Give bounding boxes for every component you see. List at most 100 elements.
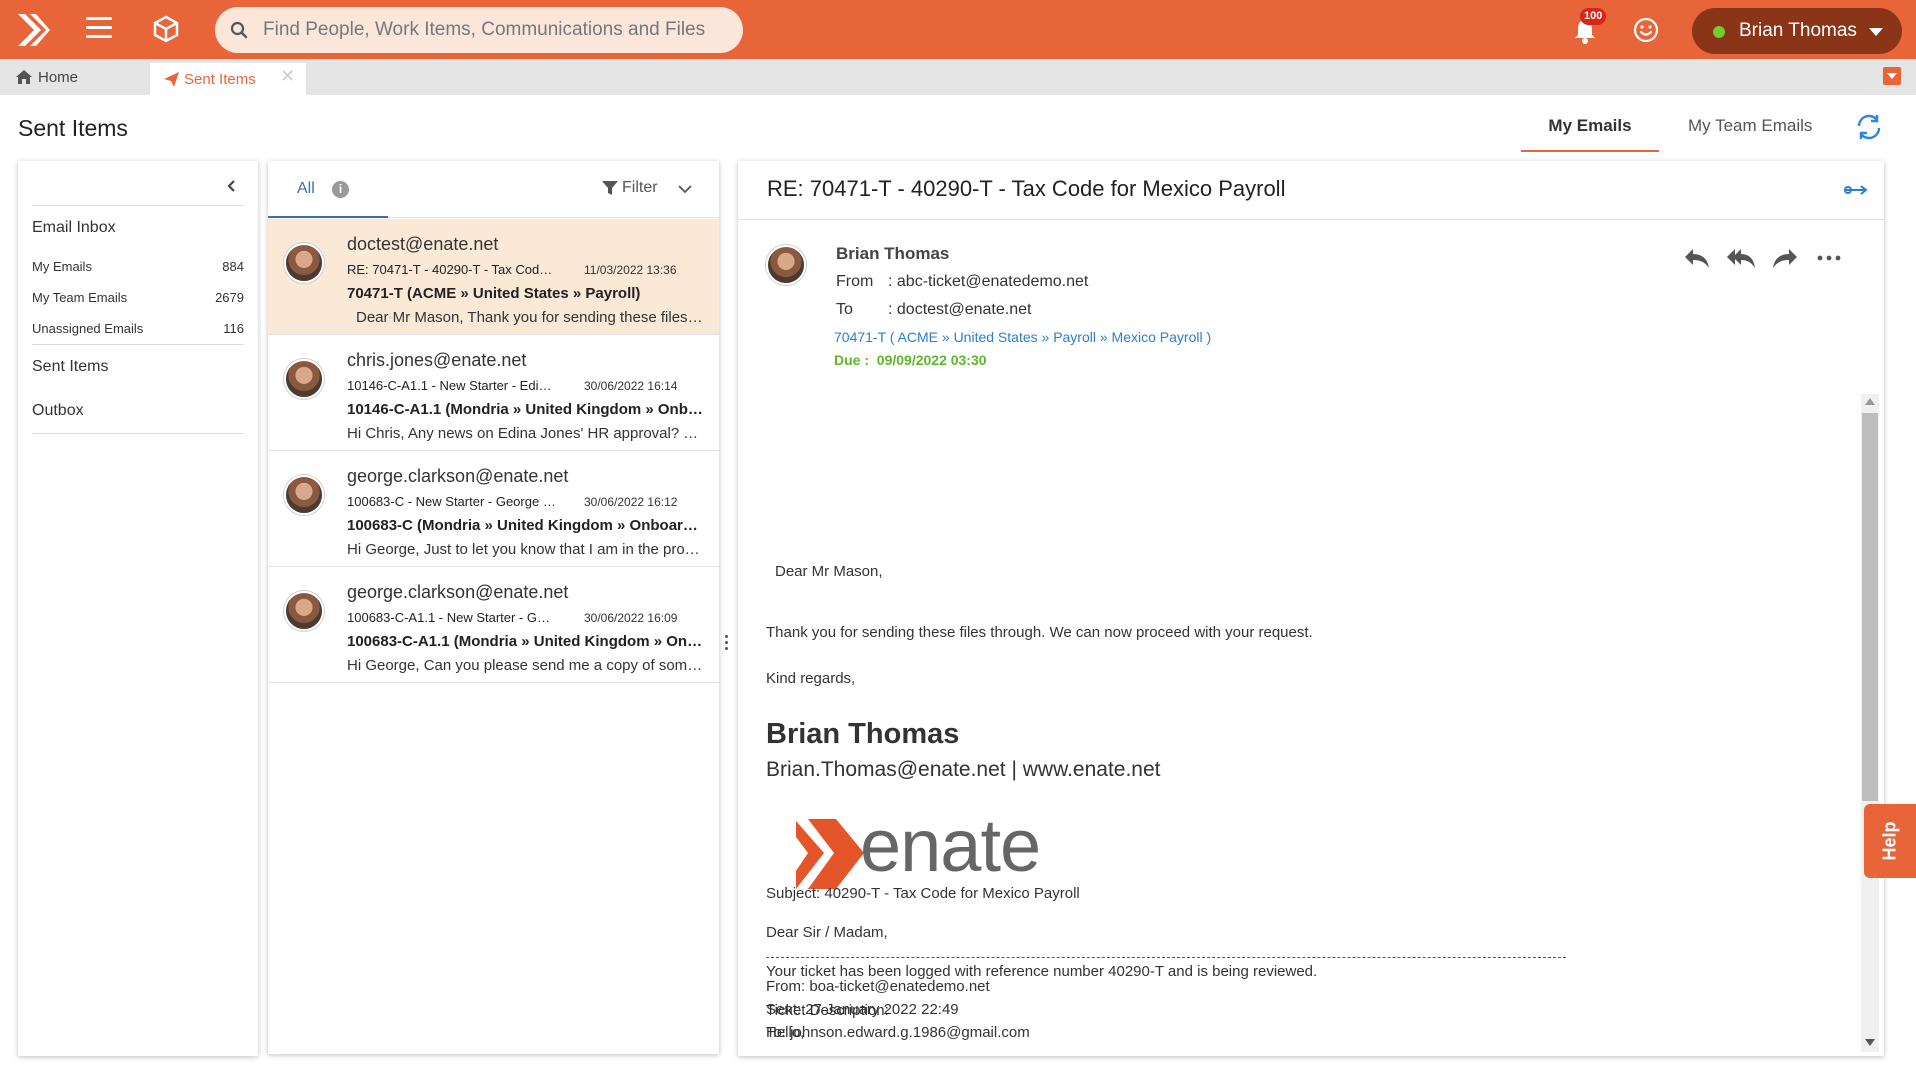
scroll-thumb[interactable] [1862,413,1878,801]
search-icon [230,21,248,39]
nav-item-count: 2679 [215,290,244,305]
list-item-preview: Hi George, Just to let you know that I a… [347,541,705,558]
status-online-icon [1713,26,1725,38]
list-item-from: doctest@enate.net [347,234,499,254]
reply-icon[interactable] [1682,245,1712,271]
list-item-date: 30/06/2022 16:12 [584,495,678,509]
nav-item-label: My Team Emails [32,290,128,305]
due-value: 09/09/2022 03:30 [876,352,987,368]
tab-home-label: Home [38,68,79,86]
scroll-up-icon[interactable] [1865,398,1875,405]
reader-scrollbar[interactable] [1861,394,1879,1052]
user-menu-button[interactable]: Brian Thomas [1692,8,1902,54]
panel-resize-handle[interactable] [725,635,729,653]
fwd-hello: Hello, [766,1024,805,1041]
help-button[interactable]: Help [1864,804,1916,878]
page-title: Sent Items [18,115,128,141]
avatar [284,359,324,399]
expand-width-icon[interactable] [1844,183,1868,197]
forward-icon[interactable] [1770,245,1800,271]
email-nav-panel: Email Inbox My Emails 884 My Team Emails… [18,161,258,1056]
tab-all[interactable]: All i [268,161,388,218]
divider [32,344,244,345]
user-name: Brian Thomas [1739,20,1857,41]
to-value: : doctest@enate.net [888,301,1032,318]
fwd-line: Your ticket has been logged with referen… [766,963,1318,980]
tab-sent-items[interactable]: Sent Items ✕ [150,63,306,95]
tab-my-team-emails[interactable]: My Team Emails [1688,116,1812,152]
tab-all-label: All [297,180,315,197]
list-item-case: 100683-C-A1.1 (Mondria » United Kingdom … [347,633,705,650]
email-list-panel: All i Filter doctest@enate.net RE: 70471… [268,161,719,1054]
cube-icon[interactable] [152,15,180,43]
email-to: To : doctest@enate.net [836,301,1031,319]
due-date: Due : 09/09/2022 03:30 [834,352,987,368]
home-icon [16,70,32,84]
list-item[interactable]: george.clarkson@enate.net 100683-C-A1.1 … [268,567,719,683]
refresh-icon[interactable] [1854,112,1884,142]
send-icon [164,71,179,87]
list-item-subject: 100683-C-A1.1 - New Starter - George Cla… [347,610,557,625]
list-item-from: george.clarkson@enate.net [347,582,569,602]
nav-item-count: 116 [223,321,244,336]
avatar [284,591,324,631]
list-item-date: 30/06/2022 16:14 [584,379,678,393]
tab-my-emails[interactable]: My Emails [1521,116,1659,152]
more-options-icon[interactable] [1814,245,1844,271]
smiley-icon[interactable] [1632,16,1660,44]
list-item-date: 11/03/2022 13:36 [584,263,677,277]
nav-item-my-team-emails[interactable]: My Team Emails 2679 [32,290,244,305]
menu-icon[interactable] [86,17,112,39]
tab-dropdown-icon[interactable] [1883,67,1901,85]
list-item-subject: 10146-C-A1.1 - New Starter - Edina Jones [347,378,557,393]
nav-outbox[interactable]: Outbox [32,402,84,420]
nav-item-my-emails[interactable]: My Emails 884 [32,259,244,274]
list-header: All i Filter [268,161,719,218]
reply-all-icon[interactable] [1726,245,1756,271]
collapse-panel-icon[interactable] [222,176,242,196]
list-item-subject: RE: 70471-T - 40290-T - Tax Code for Mex… [347,262,557,277]
filter-icon [602,181,618,195]
from-value: : abc-ticket@enatedemo.net [888,273,1089,290]
nav-sent-items[interactable]: Sent Items [32,358,108,376]
body-closing: Kind regards, [766,670,856,687]
scroll-down-icon[interactable] [1865,1039,1875,1046]
body-greeting: Dear Mr Mason, [775,563,883,580]
caret-down-icon [1869,28,1883,36]
nav-item-label: My Emails [32,259,92,274]
email-body-continued: Subject: 40290-T - Tax Code for Mexico P… [766,885,1842,1055]
list-item[interactable]: doctest@enate.net RE: 70471-T - 40290-T … [268,219,719,335]
list-item-from: chris.jones@enate.net [347,350,527,370]
list-item-case: 70471-T (ACME » United States » Payroll) [347,285,641,302]
avatar [766,245,806,285]
info-icon[interactable]: i [332,181,349,198]
avatar [284,243,324,283]
global-search [215,7,743,53]
filter-label: Filter [622,179,658,196]
nav-email-inbox[interactable]: Email Inbox [32,219,116,237]
list-item-from: george.clarkson@enate.net [347,466,569,486]
chevron-down-icon[interactable] [678,184,692,194]
filter-button[interactable]: Filter [602,179,658,197]
enate-logo-icon[interactable] [14,12,50,48]
to-label: To [836,301,853,318]
list-item[interactable]: chris.jones@enate.net 10146-C-A1.1 - New… [268,335,719,451]
fwd-subject: Subject: 40290-T - Tax Code for Mexico P… [766,885,1080,902]
work-item-link[interactable]: 70471-T ( ACME » United States » Payroll… [834,329,1211,345]
list-item-preview: Hi George, Can you please send me a copy… [347,657,705,674]
search-input[interactable] [263,7,723,53]
email-sender: Brian Thomas [836,244,950,263]
signature-name: Brian Thomas [766,718,960,750]
list-item-date: 30/06/2022 16:09 [584,611,678,625]
email-from: From: abc-ticket@enatedemo.net [836,273,1088,291]
notification-badge: 100 [1580,8,1607,25]
close-tab-icon[interactable]: ✕ [280,66,295,87]
nav-item-count: 884 [222,259,244,274]
help-label: Help [1879,821,1900,861]
email-actions [1682,245,1844,271]
list-item-case: 100683-C (Mondria » United Kingdom » Onb… [347,517,705,534]
nav-item-unassigned-emails[interactable]: Unassigned Emails 116 [32,321,244,336]
list-item[interactable]: george.clarkson@enate.net 100683-C - New… [268,451,719,567]
tab-home[interactable]: Home [16,59,78,95]
list-item-preview: Hi Chris, Any news on Edina Jones' HR ap… [347,425,705,442]
